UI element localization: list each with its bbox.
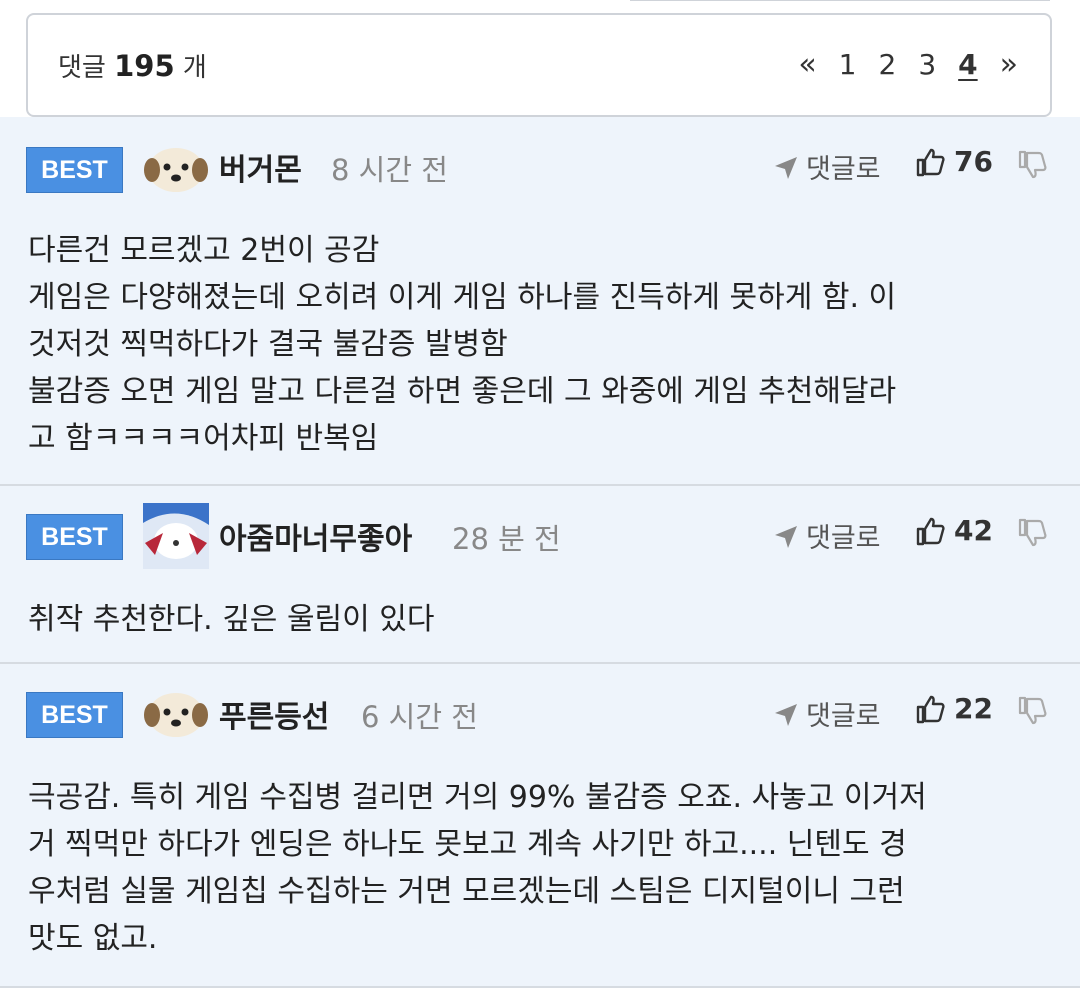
comment-line: 취작 추천한다. 깊은 울림이 있다 <box>28 602 435 637</box>
like-count: 76 <box>954 145 993 178</box>
comment-count-bar: 댓글 195 개 « 1 2 3 4 » <box>26 13 1052 117</box>
like-button[interactable]: 42 <box>914 514 993 547</box>
like-button[interactable]: 76 <box>914 145 993 178</box>
comment-nickname[interactable]: 푸른등선 <box>219 692 329 736</box>
thumbs-down-icon <box>1018 518 1047 547</box>
comment-body: 다른건 모르겠고 2번이 공감 게임은 다양해졌는데 오히려 이게 게임 하나를… <box>28 227 1058 462</box>
next-page-button[interactable]: » <box>1000 48 1018 82</box>
comment-body: 극공감. 특히 게임 수집병 걸리면 거의 99% 불감증 오죠. 사놓고 이거… <box>28 774 1058 962</box>
comment-time: 8 시간 전 <box>331 153 448 187</box>
best-badge: BEST <box>26 514 123 560</box>
send-icon <box>775 703 797 726</box>
comment-divider <box>0 986 1080 988</box>
send-icon <box>775 156 797 179</box>
comment-count: 댓글 195 개 <box>58 47 207 84</box>
comment-nickname[interactable]: 버거몬 <box>219 145 302 189</box>
comment-line: 고 함ㅋㅋㅋㅋ어차피 반복임 <box>28 421 379 456</box>
comment-line: 거 찍먹만 하다가 엔딩은 하나도 못보고 계속 사기만 하고.... 닌텐도 … <box>28 827 907 862</box>
pagination: « 1 2 3 4 » <box>798 48 1018 82</box>
comment-time: 28 분 전 <box>452 522 561 556</box>
send-icon <box>775 525 797 548</box>
puppy-avatar-icon[interactable] <box>143 134 209 200</box>
comment-count-prefix: 댓글 <box>58 53 106 83</box>
best-badge: BEST <box>26 147 123 193</box>
comment-time: 6 시간 전 <box>361 700 478 734</box>
page-2-link[interactable]: 2 <box>879 48 897 82</box>
top-divider <box>630 0 1050 1</box>
reply-button[interactable]: 댓글로 <box>772 694 881 733</box>
page-1-link[interactable]: 1 <box>839 48 857 82</box>
dislike-button[interactable] <box>1016 517 1048 549</box>
reply-button[interactable]: 댓글로 <box>772 147 881 186</box>
comment-body: 취작 추천한다. 깊은 울림이 있다 <box>28 596 1058 643</box>
like-button[interactable]: 22 <box>914 692 993 725</box>
thumbs-down-icon <box>1018 150 1047 179</box>
page-3-link[interactable]: 3 <box>918 48 936 82</box>
comment-meta: BEST 버거몬 8 시간 전 댓글로 76 <box>0 117 1080 213</box>
thumbs-up-icon <box>916 148 945 176</box>
comment-meta: BEST 푸른등선 6 시간 전 댓글로 22 <box>0 664 1080 760</box>
thumbs-down-icon <box>1018 696 1047 725</box>
comment-line: 다른건 모르겠고 2번이 공감 <box>28 233 380 268</box>
comment-line: 극공감. 특히 게임 수집병 걸리면 거의 99% 불감증 오죠. 사놓고 이거… <box>28 780 927 815</box>
comment-line: 게임은 다양해졌는데 오히려 이게 게임 하나를 진득하게 못하게 함. 이 <box>28 280 897 315</box>
dislike-button[interactable] <box>1016 149 1048 181</box>
thumbs-up-icon <box>916 517 945 545</box>
comment-count-number: 195 <box>114 49 175 83</box>
comment-item: BEST 푸른등선 6 시간 전 댓글로 22 극공감. 특히 게임 수집병 걸… <box>0 664 1080 986</box>
creature-avatar-icon[interactable] <box>143 503 209 569</box>
page-4-link-current[interactable]: 4 <box>958 48 977 82</box>
puppy-avatar-icon[interactable] <box>143 679 209 745</box>
prev-page-button[interactable]: « <box>798 48 816 82</box>
reply-label: 댓글로 <box>806 701 881 732</box>
best-badge: BEST <box>26 692 123 738</box>
comment-nickname[interactable]: 아줌마너무좋아 <box>219 514 412 558</box>
comment-line: 불감증 오면 게임 말고 다른걸 하면 좋은데 그 와중에 게임 추천해달라 <box>28 374 897 409</box>
comment-count-suffix: 개 <box>182 53 207 83</box>
comment-meta: BEST 아줌마너무좋아 28 분 전 댓글로 42 <box>0 486 1080 582</box>
thumbs-up-icon <box>916 695 945 723</box>
reply-button[interactable]: 댓글로 <box>772 516 881 555</box>
comment-line: 맛도 없고. <box>28 921 158 956</box>
comment-line: 것저것 찍먹하다가 결국 불감증 발병함 <box>28 327 508 362</box>
comment-item: BEST 버거몬 8 시간 전 댓글로 76 다른건 모르겠고 2번이 공감 게… <box>0 117 1080 484</box>
dislike-button[interactable] <box>1016 695 1048 727</box>
comment-item: BEST 아줌마너무좋아 28 분 전 댓글로 42 취작 추천한다. 깊은 울… <box>0 486 1080 662</box>
like-count: 42 <box>954 514 993 547</box>
like-count: 22 <box>954 692 993 725</box>
reply-label: 댓글로 <box>806 523 881 554</box>
comment-line: 우처럼 실물 게임칩 수집하는 거면 모르겠는데 스팀은 디지털이니 그런 <box>28 874 905 909</box>
reply-label: 댓글로 <box>806 154 881 185</box>
